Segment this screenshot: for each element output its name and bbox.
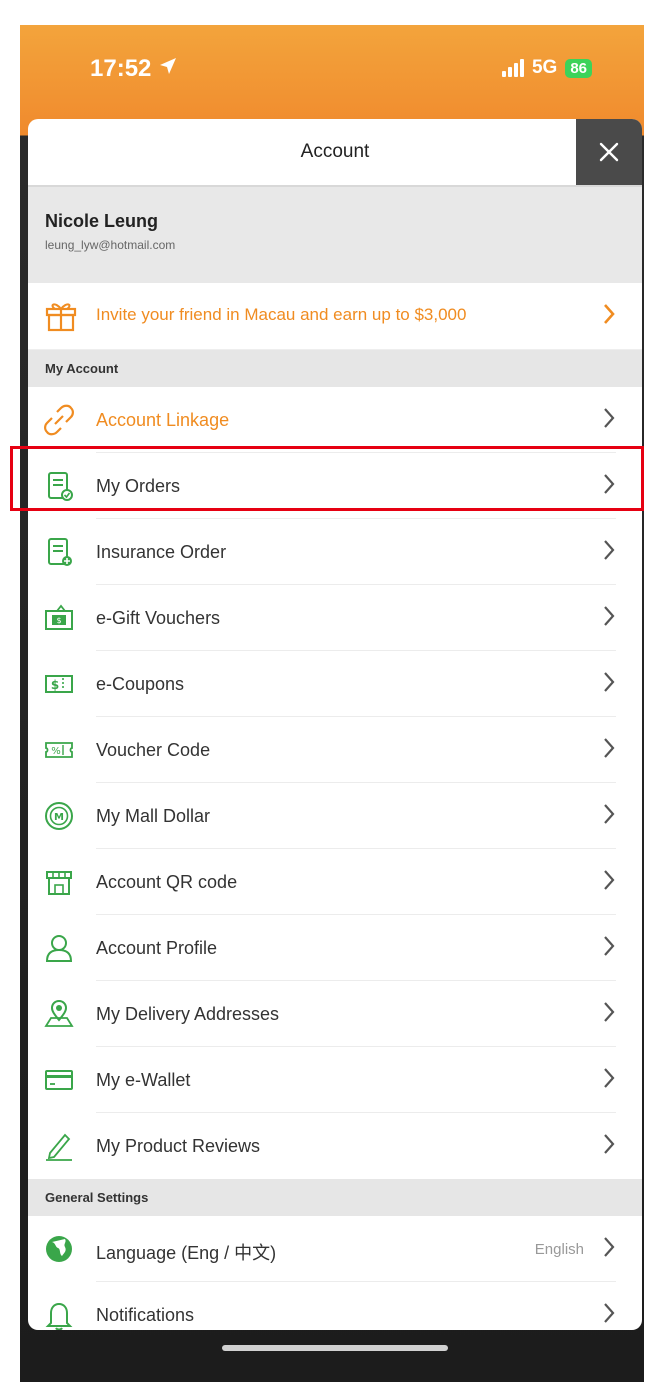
- svg-text:$: $: [51, 678, 59, 692]
- menu-label: Account Profile: [96, 938, 218, 958]
- menu-item-e-coupons[interactable]: $ e-Coupons: [28, 651, 642, 717]
- invite-text: Invite your friend in Macau and earn up …: [96, 305, 467, 324]
- location-pin-icon: [43, 998, 75, 1030]
- network-label: 5G: [531, 57, 558, 78]
- status-indicators: 5G 86: [501, 57, 592, 79]
- menu-label: My Delivery Addresses: [96, 1004, 280, 1024]
- chevron-right-icon: [602, 670, 616, 701]
- menu-label: My e-Wallet: [96, 1070, 191, 1090]
- chevron-right-icon: [602, 604, 616, 635]
- location-arrow-icon: [158, 56, 178, 81]
- highlight-box: [10, 446, 644, 511]
- chevron-right-icon: [602, 302, 616, 333]
- menu-label: e-Gift Vouchers: [96, 608, 221, 628]
- menu-item-qr-code[interactable]: Account QR code: [28, 849, 642, 915]
- wallet-card-icon: [43, 1064, 75, 1096]
- gift-voucher-icon: $: [43, 602, 75, 634]
- language-value: English: [534, 1241, 584, 1258]
- chevron-right-icon: [602, 1132, 616, 1163]
- battery-icon: 86: [565, 58, 592, 78]
- page-title: Account: [300, 141, 370, 162]
- svg-text:%: %: [51, 746, 61, 757]
- voucher-code-icon: %: [43, 734, 75, 766]
- pencil-icon: [43, 1130, 75, 1162]
- chevron-right-icon: [602, 934, 616, 965]
- menu-item-e-wallet[interactable]: My e-Wallet: [28, 1047, 642, 1113]
- section-my-account: My Account: [28, 350, 642, 387]
- store-qr-icon: [43, 866, 75, 898]
- menu-label: Insurance Order: [96, 542, 227, 562]
- menu-label: e-Coupons: [96, 674, 185, 694]
- close-button[interactable]: [576, 119, 642, 185]
- menu-item-mall-dollar[interactable]: M My Mall Dollar: [28, 783, 642, 849]
- svg-text:$: $: [56, 616, 61, 625]
- menu-label: Account QR code: [96, 872, 238, 892]
- menu-item-voucher-code[interactable]: % Voucher Code: [28, 717, 642, 783]
- insurance-receipt-icon: [43, 536, 75, 568]
- menu-item-product-reviews[interactable]: My Product Reviews: [28, 1113, 642, 1179]
- chevron-right-icon: [602, 868, 616, 899]
- gift-icon: [43, 297, 79, 338]
- chevron-right-icon: [602, 538, 616, 569]
- menu-label: Notifications: [96, 1305, 195, 1325]
- menu-item-language[interactable]: Language (Eng / 中文) English: [28, 1216, 642, 1282]
- menu-item-gift-vouchers[interactable]: $ e-Gift Vouchers: [28, 585, 642, 651]
- coupon-icon: $: [43, 668, 75, 700]
- signal-icon: [501, 59, 524, 77]
- sheet-header: Account: [28, 119, 642, 187]
- menu-label: My Product Reviews: [96, 1136, 261, 1156]
- status-time: 17:52: [90, 55, 152, 82]
- user-info: Nicole Leung leung_lyw@hotmail.com: [28, 187, 642, 283]
- section-general-settings: General Settings: [28, 1179, 642, 1216]
- menu-label: Language (Eng / 中文): [96, 1243, 277, 1263]
- menu-item-account-profile[interactable]: Account Profile: [28, 915, 642, 981]
- invite-banner[interactable]: Invite your friend in Macau and earn up …: [28, 283, 642, 350]
- menu-label: Voucher Code: [96, 740, 211, 760]
- link-icon: [43, 404, 75, 436]
- menu-item-insurance-order[interactable]: Insurance Order: [28, 519, 642, 585]
- user-email: leung_lyw@hotmail.com: [45, 238, 176, 252]
- globe-icon: [43, 1233, 75, 1265]
- chevron-right-icon: [602, 1000, 616, 1031]
- chevron-right-icon: [602, 406, 616, 437]
- chevron-right-icon: [602, 1301, 616, 1330]
- chevron-right-icon: [602, 1066, 616, 1097]
- status-bar: 17:52 5G 86: [20, 25, 644, 113]
- user-name: Nicole Leung: [45, 211, 159, 231]
- chevron-right-icon: [602, 802, 616, 833]
- chevron-right-icon: [602, 736, 616, 767]
- profile-icon: [43, 932, 75, 964]
- chevron-right-icon: [602, 1235, 616, 1266]
- home-indicator[interactable]: [222, 1345, 448, 1351]
- close-icon: [599, 142, 619, 162]
- menu-item-delivery-addresses[interactable]: My Delivery Addresses: [28, 981, 642, 1047]
- menu-label: My Mall Dollar: [96, 806, 211, 826]
- menu-item-notifications[interactable]: Notifications: [28, 1282, 642, 1330]
- bell-icon: [43, 1299, 75, 1330]
- menu-label: Account Linkage: [96, 410, 230, 430]
- mall-dollar-coin-icon: M: [43, 800, 75, 832]
- account-sheet: Account Nicole Leung leung_lyw@hotmail.c…: [28, 119, 642, 1330]
- menu-item-account-linkage[interactable]: Account Linkage: [28, 387, 642, 453]
- phone-screen: 17:52 5G 86 Account Nicole Leung leung_l…: [20, 25, 644, 1382]
- svg-text:M: M: [54, 812, 64, 823]
